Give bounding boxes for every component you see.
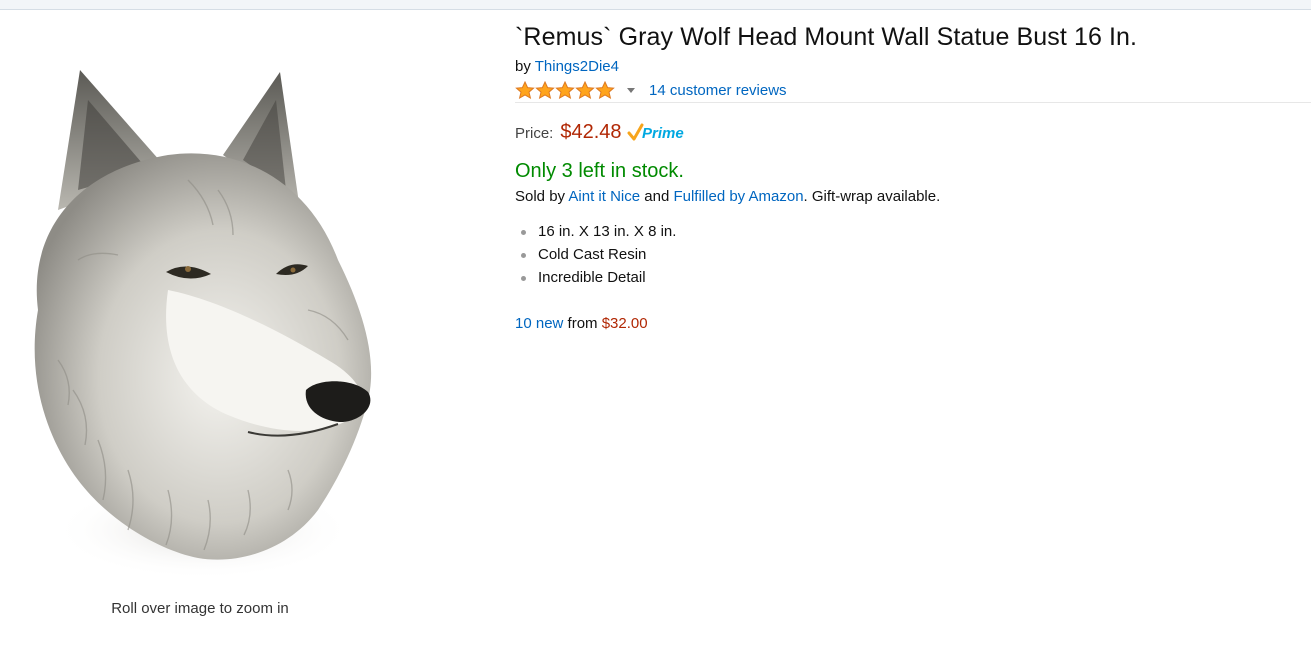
price-label: Price: <box>515 125 554 142</box>
offers-line: 10 new from $32.00 <box>515 315 648 332</box>
offers-from-text: from <box>567 315 598 332</box>
prime-logo-icon: Prime <box>627 123 684 142</box>
gift-wrap-text: . Gift-wrap available. <box>803 188 941 205</box>
star-rating[interactable] <box>515 81 615 99</box>
new-offers-link[interactable]: 10 new <box>515 315 563 332</box>
product-title: `Remus` Gray Wolf Head Mount Wall Statue… <box>515 23 1138 51</box>
stock-status: Only 3 left in stock. <box>515 160 684 182</box>
by-prefix: by <box>515 58 531 75</box>
star-icon <box>535 81 555 99</box>
price-row: Price: $42.48 Prime <box>515 121 693 144</box>
feature-item: 16 in. X 13 in. X 8 in. <box>515 222 676 245</box>
and-text: and <box>644 188 670 205</box>
sold-by-line: Sold by Aint it Nice and Fulfilled by Am… <box>515 188 940 205</box>
divider <box>515 102 1311 103</box>
customer-reviews-link[interactable]: 14 customer reviews <box>649 82 787 99</box>
star-icon <box>515 81 535 99</box>
svg-text:Prime: Prime <box>642 125 684 142</box>
feature-item: Incredible Detail <box>515 268 676 291</box>
star-icon <box>555 81 575 99</box>
zoom-hint-text: Roll over image to zoom in <box>111 600 289 617</box>
star-icon <box>575 81 595 99</box>
brand-link[interactable]: Things2Die4 <box>535 58 619 75</box>
ratings-row: 14 customer reviews <box>515 80 787 100</box>
star-icon <box>595 81 615 99</box>
sold-by-prefix: Sold by <box>515 188 566 205</box>
wolf-head-product-image[interactable] <box>18 60 383 580</box>
price-value: $42.48 <box>560 121 622 143</box>
seller-link[interactable]: Aint it Nice <box>568 188 640 205</box>
chevron-down-icon[interactable] <box>627 87 635 93</box>
feature-item: Cold Cast Resin <box>515 245 676 268</box>
byline: by Things2Die4 <box>515 58 619 75</box>
offers-price: $32.00 <box>601 315 648 332</box>
image-column: Roll over image to zoom in <box>0 10 400 649</box>
fulfilled-by-amazon-link[interactable]: Fulfilled by Amazon <box>673 188 803 205</box>
feature-list: 16 in. X 13 in. X 8 in. Cold Cast Resin … <box>515 222 676 291</box>
top-bar <box>0 0 1311 10</box>
